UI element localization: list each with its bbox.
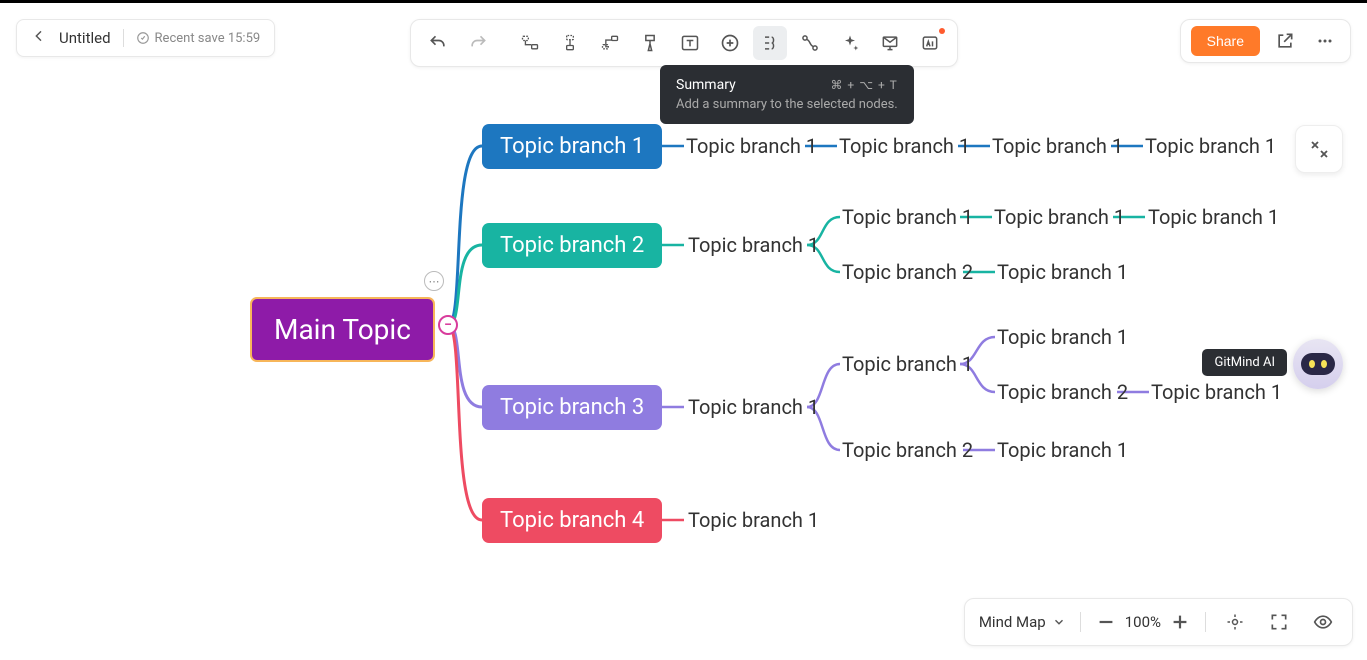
leaf-node[interactable]: Topic branch 1 <box>997 260 1128 284</box>
recenter-button[interactable] <box>1220 607 1250 637</box>
branch-node-2[interactable]: Topic branch 2 <box>482 223 662 268</box>
divider <box>1080 612 1081 632</box>
layout-select[interactable]: Mind Map <box>979 613 1066 631</box>
leaf-node[interactable]: Topic branch 2 <box>842 438 973 462</box>
style-panel-button[interactable] <box>1295 125 1343 173</box>
branch-node-1[interactable]: Topic branch 1 <box>482 124 662 169</box>
mindmap-canvas[interactable]: Main Topic ⋯ − Topic branch 1 Topic bran… <box>0 3 1367 660</box>
divider <box>1205 612 1206 632</box>
leaf-node[interactable]: Topic branch 1 <box>688 395 819 419</box>
collapse-handle[interactable]: − <box>438 315 458 335</box>
node-menu-handle[interactable]: ⋯ <box>424 271 444 291</box>
branch-node-3[interactable]: Topic branch 3 <box>482 385 662 430</box>
leaf-node[interactable]: Topic branch 1 <box>994 205 1125 229</box>
leaf-node[interactable]: Topic branch 1 <box>686 134 817 158</box>
ai-assistant-button[interactable] <box>1293 339 1343 389</box>
leaf-node[interactable]: Topic branch 1 <box>842 352 973 376</box>
zoom-in-button[interactable] <box>1169 611 1191 633</box>
zoom-out-button[interactable] <box>1095 611 1117 633</box>
leaf-node[interactable]: Topic branch 1 <box>842 205 973 229</box>
zoom-value: 100% <box>1125 613 1161 631</box>
preview-button[interactable] <box>1308 607 1338 637</box>
leaf-node[interactable]: Topic branch 1 <box>997 325 1128 349</box>
bottom-bar: Mind Map 100% <box>964 598 1353 646</box>
leaf-node[interactable]: Topic branch 1 <box>839 134 970 158</box>
leaf-node[interactable]: Topic branch 1 <box>1148 205 1279 229</box>
branch-node-4[interactable]: Topic branch 4 <box>482 498 662 543</box>
leaf-node[interactable]: Topic branch 1 <box>1151 380 1282 404</box>
fullscreen-button[interactable] <box>1264 607 1294 637</box>
leaf-node[interactable]: Topic branch 1 <box>997 438 1128 462</box>
connector-lines <box>0 3 1367 660</box>
zoom-controls: 100% <box>1095 611 1191 633</box>
leaf-node[interactable]: Topic branch 1 <box>1145 134 1276 158</box>
leaf-node[interactable]: Topic branch 2 <box>842 260 973 284</box>
chevron-down-icon <box>1052 615 1066 629</box>
ai-badge: GitMind AI <box>1202 349 1287 376</box>
leaf-node[interactable]: Topic branch 2 <box>997 380 1128 404</box>
leaf-node[interactable]: Topic branch 1 <box>992 134 1123 158</box>
leaf-node[interactable]: Topic branch 1 <box>688 233 819 257</box>
layout-label: Mind Map <box>979 613 1046 631</box>
root-node[interactable]: Main Topic <box>250 297 435 362</box>
leaf-node[interactable]: Topic branch 1 <box>688 508 819 532</box>
